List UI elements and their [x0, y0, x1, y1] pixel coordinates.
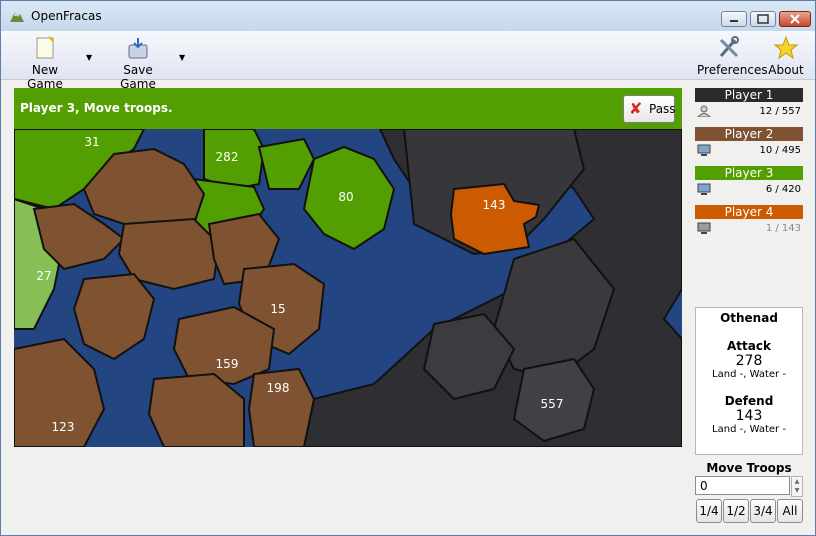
- pass-label: Pass: [649, 102, 676, 116]
- defend-heading: Defend: [724, 394, 774, 408]
- territory-label: 198: [267, 381, 290, 395]
- turn-message: Player 3, Move troops.: [20, 101, 173, 115]
- player-territories-troops: 12 / 557: [759, 106, 801, 117]
- tools-icon: [719, 36, 739, 58]
- turn-status-bar: Player 3, Move troops. ✘ Pass: [14, 88, 682, 129]
- player-entry: Player 1 12 / 557: [695, 88, 803, 124]
- attack-heading: Attack: [727, 339, 771, 353]
- defend-detail: Land -, Water -: [712, 424, 786, 435]
- move-troops-input[interactable]: [695, 476, 790, 495]
- new-document-icon: [36, 36, 54, 59]
- attack-value: 278: [735, 353, 763, 369]
- about-button[interactable]: About: [767, 35, 805, 77]
- territory-label: 15: [270, 302, 285, 316]
- maximize-button[interactable]: [750, 11, 776, 27]
- move-troops-heading: Move Troops: [706, 461, 792, 475]
- half-button[interactable]: 1/2: [723, 499, 749, 523]
- save-game-button[interactable]: Save Game: [107, 35, 169, 91]
- territory-label: 557: [541, 397, 564, 411]
- player-name: Player 2: [695, 127, 803, 141]
- player-entry: Player 3 6 / 420: [695, 166, 803, 202]
- territory-label: 123: [52, 420, 75, 434]
- territory-label: 80: [338, 190, 353, 204]
- save-icon: [128, 38, 148, 59]
- window-title: OpenFracas: [31, 9, 102, 23]
- three-quarters-button[interactable]: 3/4: [750, 499, 776, 523]
- cancel-icon: ✘: [629, 99, 643, 118]
- player-name: Player 1: [695, 88, 803, 102]
- star-icon: [773, 35, 799, 60]
- quarter-button[interactable]: 1/4: [696, 499, 722, 523]
- all-button[interactable]: All: [777, 499, 803, 523]
- attack-detail: Land -, Water -: [712, 369, 786, 380]
- minimize-icon: [730, 20, 738, 22]
- territory-name: Othenad: [720, 311, 778, 325]
- save-game-label: Save Game: [120, 63, 156, 91]
- preferences-label: Preferences: [697, 63, 768, 77]
- player-territories-troops: 6 / 420: [765, 184, 801, 195]
- computer-icon: [697, 183, 711, 195]
- new-game-button[interactable]: New Game: [15, 35, 75, 91]
- territory-label: 143: [483, 198, 506, 212]
- player-entry: Player 2 10 / 495: [695, 127, 803, 163]
- about-label: About: [768, 63, 804, 77]
- pass-button[interactable]: ✘ Pass: [623, 95, 676, 123]
- territory-label: 27: [36, 269, 51, 283]
- player-name: Player 3: [695, 166, 803, 180]
- territory-label: 31: [84, 135, 99, 149]
- territory-info-panel: Othenad Attack 278 Land -, Water - Defen…: [695, 307, 803, 455]
- preferences-button[interactable]: Preferences: [697, 35, 768, 77]
- close-button[interactable]: [779, 11, 811, 27]
- map-canvas[interactable]: 31 282 80 143 27 15 159 198 123 557: [14, 129, 682, 447]
- close-icon: [790, 14, 800, 24]
- player-name: Player 4: [695, 205, 803, 219]
- new-game-label: New Game: [27, 63, 63, 91]
- human-icon: [697, 105, 711, 117]
- computer-icon: [697, 222, 711, 234]
- new-game-dropdown-icon[interactable]: ▼: [86, 53, 92, 62]
- player-entry: Player 4 1 / 143: [695, 205, 803, 241]
- toolbar: New Game ▼ Save Game ▼ Preferences About: [1, 31, 815, 91]
- computer-icon: [697, 144, 711, 156]
- minimize-button[interactable]: [721, 11, 747, 27]
- move-troops-stepper[interactable]: ▲ ▼: [791, 476, 803, 497]
- save-game-dropdown-icon[interactable]: ▼: [179, 53, 185, 62]
- game-map[interactable]: 31 282 80 143 27 15 159 198 123 557: [14, 129, 682, 447]
- territory-label: 159: [216, 357, 239, 371]
- app-icon: [10, 12, 24, 22]
- player-territories-troops: 10 / 495: [759, 145, 801, 156]
- territory-label: 282: [216, 150, 239, 164]
- player-territories-troops: 1 / 143: [765, 223, 801, 234]
- defend-value: 143: [735, 408, 763, 424]
- maximize-icon: [757, 14, 769, 24]
- title-bar: OpenFracas: [1, 1, 815, 31]
- app-window: OpenFracas New Game ▼ Save Game ▼ Prefer…: [0, 0, 816, 536]
